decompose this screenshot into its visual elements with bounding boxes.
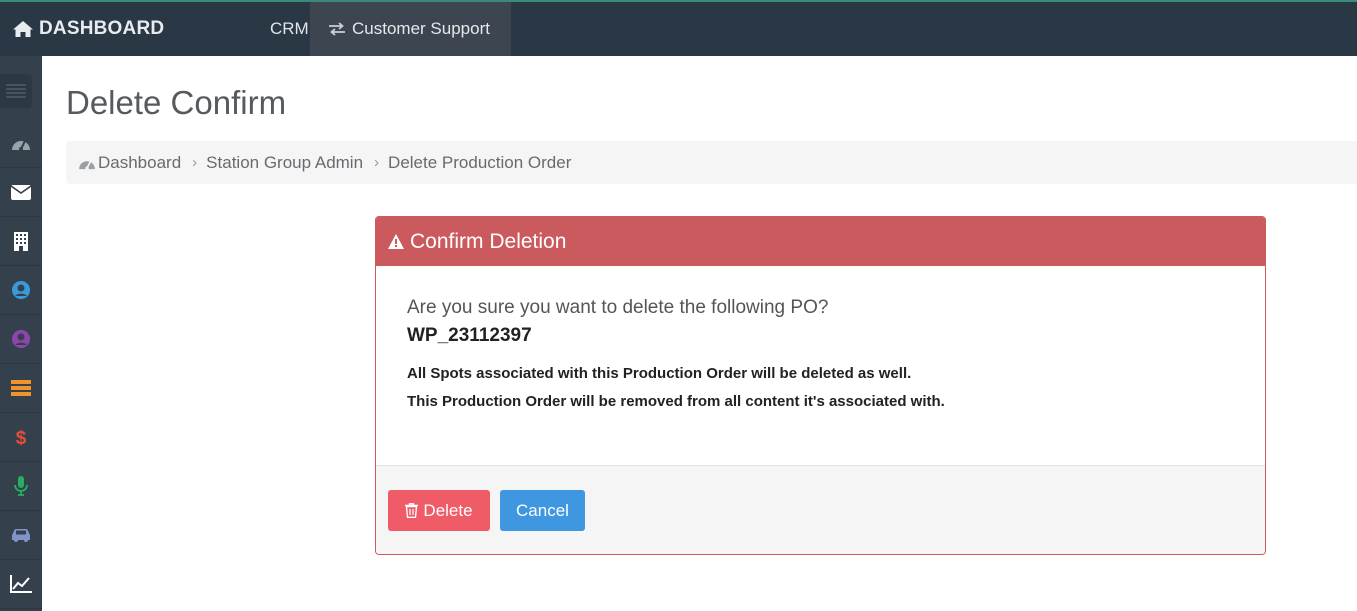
sidebar-item-dashboard[interactable] [0, 119, 42, 168]
building-icon [14, 231, 28, 251]
exchange-icon [329, 22, 345, 36]
confirm-deletion-panel: Confirm Deletion Are you sure you want t… [375, 216, 1266, 555]
cancel-button[interactable]: Cancel [500, 490, 585, 531]
cancel-button-label: Cancel [516, 500, 569, 520]
sidebar-toggle-button[interactable] [0, 74, 32, 108]
car-icon [12, 529, 30, 542]
user-circle-icon [12, 281, 30, 299]
delete-button-label: Delete [423, 500, 473, 520]
brand-label: DASHBOARD [39, 18, 165, 39]
home-icon [13, 21, 33, 37]
sidebar-item-users[interactable] [0, 266, 42, 315]
nav-customer-support[interactable]: Customer Support [310, 2, 511, 56]
microphone-icon [14, 476, 28, 496]
delete-button[interactable]: Delete [388, 490, 490, 531]
user-circle-icon [12, 330, 30, 348]
sidebar-item-audio[interactable] [0, 462, 42, 511]
server-icon [11, 380, 31, 396]
dashboard-icon [12, 140, 30, 151]
confirm-question: Are you sure you want to delete the foll… [407, 297, 829, 318]
dollar-icon: $ [16, 428, 27, 447]
breadcrumb-link-dashboard[interactable]: Dashboard [98, 153, 181, 173]
panel-title: Confirm Deletion [410, 229, 567, 253]
sidebar-item-mail[interactable] [0, 168, 42, 217]
sidebar-item-reports[interactable] [0, 560, 42, 609]
nav-customer-support-label: Customer Support [352, 19, 490, 38]
panel-body: Are you sure you want to delete the foll… [376, 266, 1265, 465]
top-navbar: DASHBOARD CRM Customer Support [0, 0, 1357, 56]
panel-header: Confirm Deletion [376, 217, 1265, 266]
envelope-icon [11, 184, 31, 200]
chevron-right-icon: › [374, 154, 380, 171]
line-chart-icon [10, 575, 32, 593]
svg-text:$: $ [16, 428, 27, 447]
trash-icon [405, 503, 419, 518]
nav-crm-label: CRM [270, 19, 309, 38]
sidebar-item-servers[interactable] [0, 364, 42, 413]
po-number: WP_23112397 [407, 325, 532, 346]
warning-note-spots: All Spots associated with this Productio… [407, 365, 912, 382]
hamburger-icon [6, 84, 26, 98]
nav-crm[interactable]: CRM [262, 2, 317, 56]
sidebar-item-building[interactable] [0, 217, 42, 266]
brand-link[interactable]: DASHBOARD [12, 2, 164, 56]
breadcrumb-current: Delete Production Order [388, 152, 572, 172]
warning-icon [388, 234, 404, 249]
sidebar: $ [0, 56, 42, 611]
chevron-right-icon: › [192, 154, 198, 171]
panel-footer: Delete Cancel [376, 465, 1265, 554]
sidebar-item-contacts[interactable] [0, 315, 42, 364]
sidebar-item-billing[interactable]: $ [0, 413, 42, 462]
dashboard-icon [79, 160, 95, 170]
page-title: Delete Confirm [66, 84, 287, 121]
breadcrumb: Dashboard › Station Group Admin › Delete… [66, 141, 1357, 184]
breadcrumb-link-station-group-admin[interactable]: Station Group Admin [206, 153, 363, 173]
warning-note-content: This Production Order will be removed fr… [407, 393, 945, 410]
sidebar-item-vehicles[interactable] [0, 511, 42, 560]
